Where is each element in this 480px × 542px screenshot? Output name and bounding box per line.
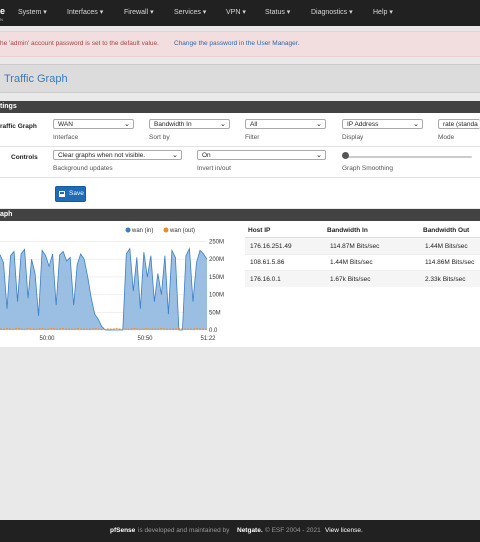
- chevron-down-icon: ⌄: [172, 152, 178, 159]
- traffic-graph-label: raffic Graph: [0, 123, 37, 130]
- host-ip-cell: 108.61.5.86: [250, 259, 285, 266]
- bandwidth-in-cell: 1.44M Bits/sec: [330, 259, 373, 266]
- x-tick-label: 50:50: [137, 336, 153, 342]
- invert-select[interactable]: On ⌄: [197, 150, 326, 160]
- filter-select[interactable]: All ⌄: [245, 119, 326, 129]
- footer-netgate-link[interactable]: Netgate.: [237, 527, 263, 534]
- footer: pfSense is developed and maintained by N…: [0, 520, 480, 542]
- menu-vpn[interactable]: VPN ▾: [226, 8, 246, 16]
- invert-hint: Invert in/out: [197, 165, 231, 172]
- background-updates-hint: Background updates: [53, 165, 113, 172]
- interface-hint: Interface: [53, 134, 79, 141]
- change-password-link[interactable]: Change the password in the User Manager.: [174, 40, 299, 47]
- divider: [0, 146, 480, 147]
- graph-smoothing-handle[interactable]: [342, 152, 349, 159]
- x-tick-label: 50:00: [39, 336, 55, 342]
- display-hint: Display: [342, 134, 364, 141]
- legend-swatch-wan-out: [163, 227, 169, 233]
- default-password-alert: he 'admin' account password is set to th…: [0, 31, 480, 57]
- menu-status[interactable]: Status ▾: [265, 8, 290, 16]
- menu-diagnostics[interactable]: Diagnostics ▾: [311, 8, 353, 16]
- menu-system[interactable]: System ▾: [18, 8, 47, 16]
- footer-license-link[interactable]: View license.: [325, 527, 363, 534]
- graph-panel-header: aph: [0, 209, 480, 221]
- footer-copyright: © ESF 2004 - 2021: [265, 527, 321, 534]
- background-updates-select[interactable]: Clear graphs when not visible. ⌄: [53, 150, 182, 160]
- host-ip-cell: 176.16.251.49: [250, 243, 292, 250]
- y-tick-label: 0.0: [209, 328, 218, 334]
- y-tick-label: 100M: [209, 293, 224, 299]
- legend-label-wan-in: wan (in): [131, 228, 153, 234]
- bandwidth-out-cell: 2.33k Bits/sec: [425, 276, 466, 283]
- pfsense-logo[interactable]: e N: [0, 4, 10, 22]
- page-title: Traffic Graph: [4, 73, 68, 85]
- column-header-bandwidth-in[interactable]: Bandwidth In: [327, 227, 368, 234]
- chevron-down-icon: ⌄: [316, 152, 322, 159]
- page-title-bar: Traffic Graph: [0, 64, 480, 93]
- y-tick-label: 250M: [209, 240, 224, 246]
- chevron-down-icon: ⌄: [220, 121, 226, 128]
- save-button[interactable]: Save: [55, 186, 86, 202]
- bandwidth-out-cell: 114.86M Bits/sec: [425, 259, 475, 266]
- chevron-down-icon: ⌄: [316, 121, 322, 128]
- y-tick-label: 50M: [209, 310, 221, 316]
- menu-interfaces[interactable]: Interfaces ▾: [67, 8, 103, 16]
- legend-swatch-wan-in: [125, 227, 131, 233]
- footer-text: is developed and maintained by: [138, 527, 230, 534]
- menu-firewall[interactable]: Firewall ▾: [124, 8, 154, 16]
- y-tick-label: 200M: [209, 257, 224, 263]
- bandwidth-out-cell: 1.44M Bits/sec: [425, 243, 468, 250]
- alert-text: he 'admin' account password is set to th…: [0, 40, 159, 47]
- legend-label-wan-out: wan (out): [169, 228, 195, 234]
- bandwidth-in-cell: 114.87M Bits/sec: [330, 243, 380, 250]
- chevron-down-icon: ⌄: [124, 121, 130, 128]
- column-header-host-ip[interactable]: Host IP: [248, 227, 270, 234]
- save-icon: [59, 191, 65, 197]
- mode-hint: Mode: [438, 134, 455, 141]
- top-navbar: e N System ▾ Interfaces ▾ Firewall ▾ Ser…: [0, 0, 480, 26]
- controls-label: Controls: [11, 154, 38, 161]
- traffic-chart: 250M 200M 150M 100M 50M 0.0 50:00 50:50 51:22 wa…: [0, 227, 224, 342]
- display-select[interactable]: IP Address ⌄: [342, 119, 423, 129]
- chevron-down-icon: ⌄: [413, 121, 419, 128]
- graph-smoothing-hint: Graph Smoothing: [342, 165, 393, 172]
- mode-select[interactable]: rate (standa: [438, 119, 480, 129]
- settings-panel-header: tings: [0, 101, 480, 113]
- filter-hint: Filter: [245, 134, 260, 141]
- menu-help[interactable]: Help ▾: [373, 8, 393, 16]
- menu-services[interactable]: Services ▾: [174, 8, 206, 16]
- sort-by-select[interactable]: Bandwidth In ⌄: [149, 119, 230, 129]
- interface-select[interactable]: WAN ⌄: [53, 119, 134, 129]
- column-header-bandwidth-out[interactable]: Bandwidth Out: [423, 227, 469, 234]
- footer-brand-link[interactable]: pfSense: [110, 527, 135, 534]
- divider: [0, 177, 480, 178]
- y-tick-label: 150M: [209, 275, 224, 281]
- bandwidth-in-cell: 1.67k Bits/sec: [330, 276, 371, 283]
- sort-by-hint: Sort by: [149, 134, 170, 141]
- host-ip-cell: 176.16.0.1: [250, 276, 281, 283]
- graph-smoothing-slider[interactable]: [345, 156, 472, 158]
- x-tick-label: 51:22: [200, 336, 216, 342]
